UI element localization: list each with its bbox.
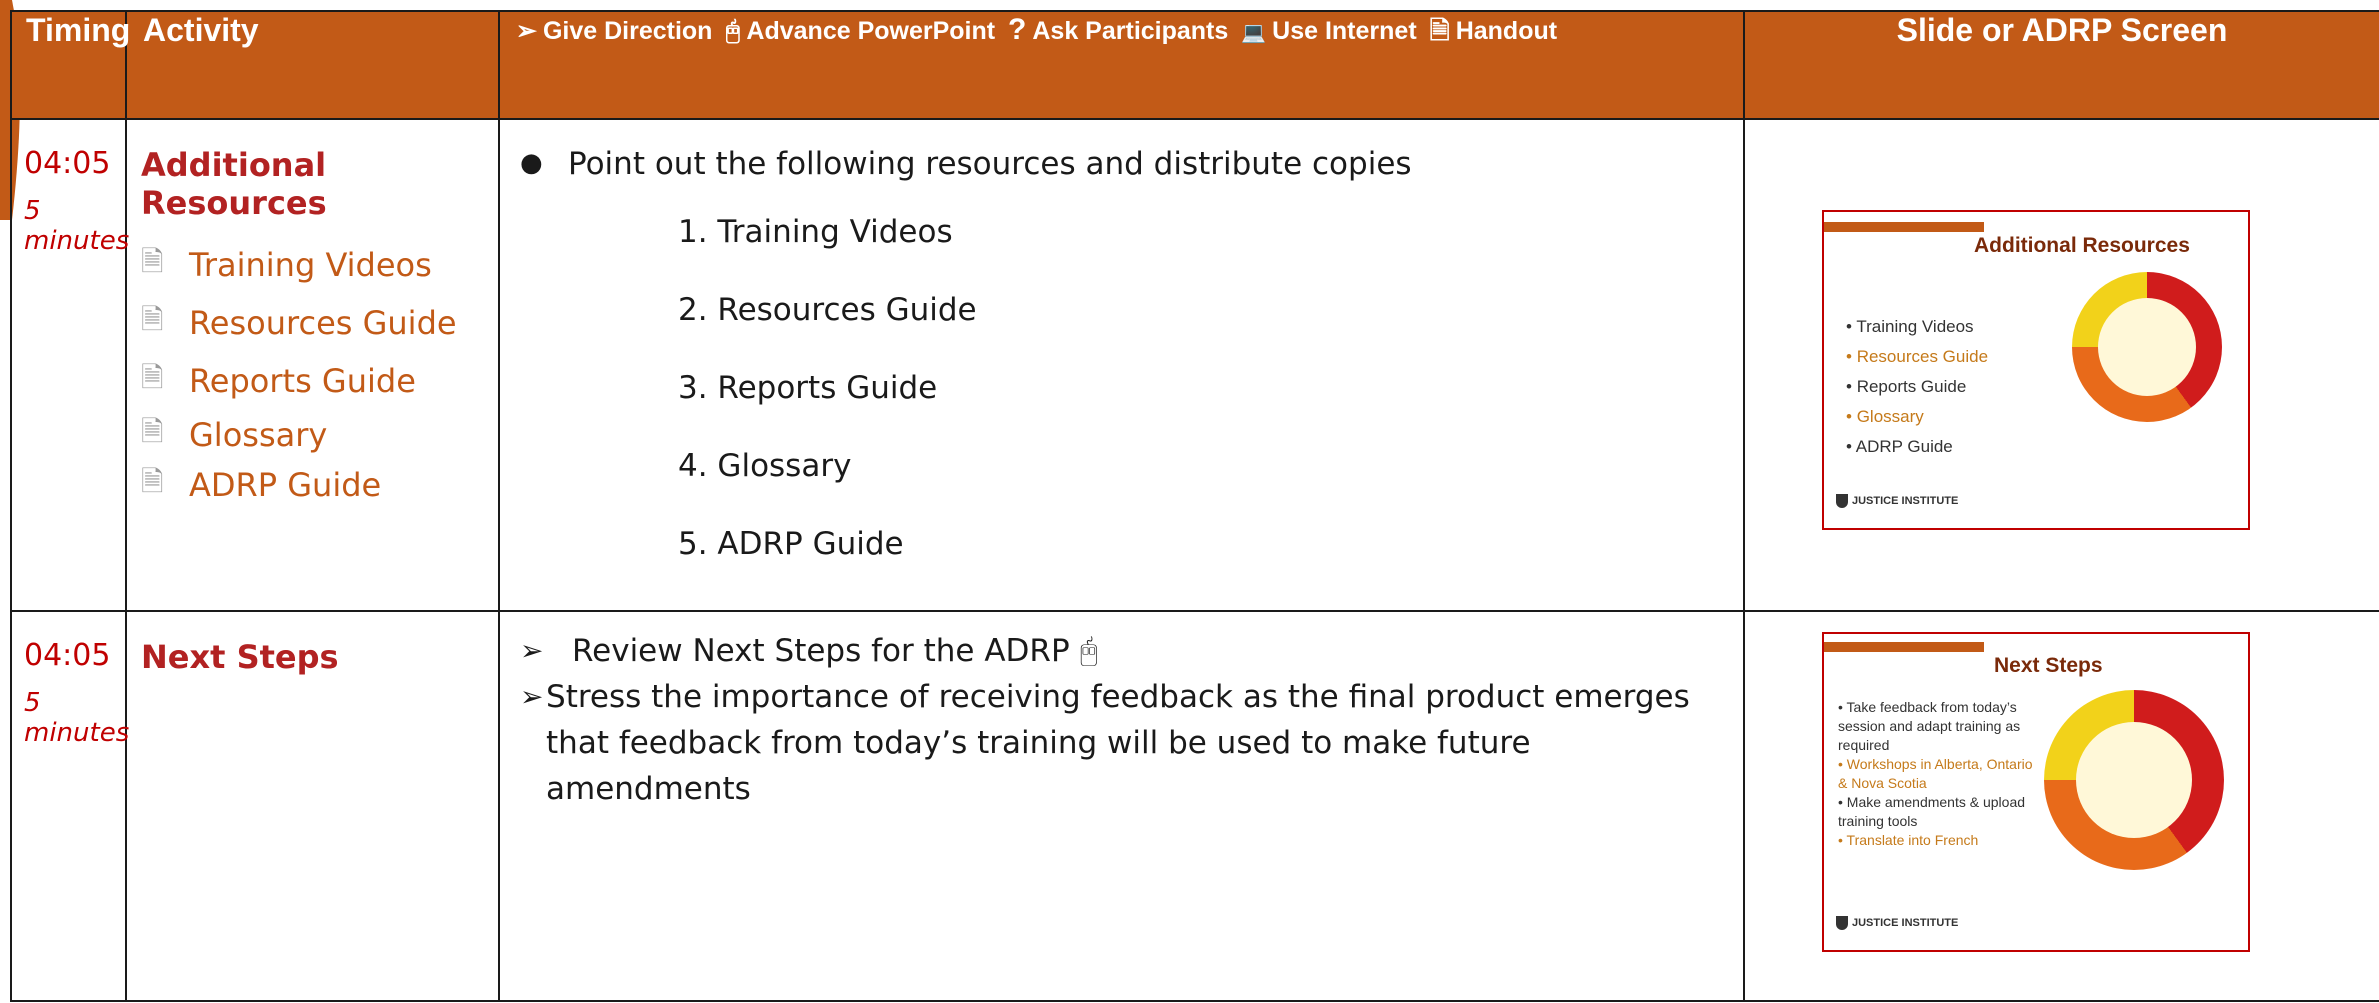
resource-item: 🗎 Glossary — [141, 410, 498, 460]
activity-cell: Next Steps — [125, 610, 500, 1002]
activity-title: Additional Resources — [141, 146, 327, 222]
slide-title: Additional Resources — [1974, 234, 2190, 257]
question-icon: ? — [1008, 13, 1027, 46]
duration-value: 5 minutes — [24, 688, 130, 748]
justice-institute-logo: JUSTICE INSTITUTE — [1836, 494, 1958, 508]
slide-bullet: • Resources Guide — [1846, 347, 1989, 366]
diagram-ring — [2044, 690, 2224, 870]
slide-title: Next Steps — [1994, 654, 2103, 677]
direction-text: Point out the following resources and di… — [568, 146, 1412, 182]
resource-item: 🗎 Training Videos — [141, 236, 498, 294]
slide-thumbnail-next-steps[interactable]: Next Steps • Take feedback from today’s … — [1822, 632, 2250, 952]
slide-bullets: • Take feedback from today’s session and… — [1838, 698, 2034, 850]
justice-institute-logo: JUSTICE INSTITUTE — [1836, 916, 1958, 930]
activity-title: Next Steps — [141, 638, 339, 676]
slide-bullet: • Translate into French — [1838, 832, 1979, 848]
legend-advance-powerpoint: Advance PowerPoint — [746, 17, 996, 45]
resource-item: 🗎 ADRP Guide — [141, 460, 498, 510]
slide-bullet: • Training Videos — [1846, 317, 1974, 336]
legend-ask-participants: Ask Participants — [1032, 17, 1229, 45]
activity-cell: Additional Resources 🗎 Training Videos 🗎 R… — [125, 118, 500, 612]
numbered-list: 1. Training Videos 2. Resources Guide 3.… — [520, 208, 1743, 598]
handout-icon: 🗎 — [141, 465, 164, 498]
slide-bullets: • Training Videos • Resources Guide • Re… — [1846, 312, 1988, 462]
slide-bullet: • ADRP Guide — [1846, 437, 1953, 456]
slide-cell: Next Steps • Take feedback from today’s … — [1743, 610, 2379, 1002]
resource-item: 🗎 Reports Guide — [141, 352, 498, 410]
direction-cell: ➢ Review Next Steps for the ADRP 🖰 ➢ Stres… — [498, 610, 1745, 1002]
diagram-ring — [2072, 272, 2222, 422]
time-value: 04:05 — [24, 638, 111, 673]
laptop-icon: 💻 — [1241, 22, 1267, 44]
header-slide: Slide or ADRP Screen — [1743, 10, 2379, 120]
list-item: 1. Training Videos — [678, 214, 953, 250]
direction-item: ➢ Stress the importance of receiving feed… — [520, 674, 1723, 812]
header-legend: ➢ Give Direction 🖰 Advance PowerPoint ? Ask… — [498, 10, 1745, 120]
resource-item: 🗎 Resources Guide — [141, 294, 498, 352]
mouse-click-icon: 🖰 — [725, 17, 741, 45]
slide-accent-bar — [1824, 222, 1984, 232]
list-item: 2. Resources Guide — [678, 292, 977, 328]
legend-handout: Handout — [1455, 17, 1558, 45]
arrow-icon: ➢ — [520, 634, 544, 667]
handout-icon: 🗎 — [1429, 17, 1450, 45]
lesson-plan-table: Timing Activity ➢ Give Direction 🖰 Advance… — [10, 10, 2379, 1002]
slide-cell: Additional Resources • Training Videos •… — [1743, 118, 2379, 612]
slide-bullet: • Reports Guide — [1846, 377, 1967, 396]
table-row: 04:05 5 minutes Next Steps ➢ Review Next … — [10, 610, 2379, 1002]
handout-icon: 🗎 — [141, 303, 164, 336]
header-timing: Timing — [10, 10, 130, 120]
header-row: Timing Activity ➢ Give Direction 🖰 Advance… — [10, 10, 2379, 120]
time-value: 04:05 — [24, 146, 111, 181]
timing-cell: 04:05 5 minutes — [10, 610, 130, 1002]
arrow-icon: ➢ — [516, 17, 537, 45]
timing-cell: 04:05 5 minutes — [10, 118, 130, 612]
table-row: 04:05 5 minutes Additional Resources 🗎 Tr… — [10, 118, 2379, 612]
direction-item: ➢ Review Next Steps for the ADRP 🖰 — [520, 628, 1723, 674]
legend-give-direction: Give Direction — [542, 17, 713, 45]
handout-icon: 🗎 — [141, 415, 164, 448]
duration-value: 5 minutes — [24, 196, 130, 256]
slide-bullet: • Make amendments & upload training tool… — [1838, 794, 2026, 829]
list-item: 3. Reports Guide — [678, 370, 938, 406]
handout-icon: 🗎 — [141, 245, 164, 278]
slide-bullet: • Workshops in Alberta, Ontario & Nova S… — [1838, 756, 2033, 791]
direction-cell: ● Point out the following resources and d… — [498, 118, 1745, 612]
arrow-icon: ➢ — [520, 680, 544, 713]
legend-use-internet: Use Internet — [1272, 17, 1417, 45]
list-item: 4. Glossary — [678, 448, 852, 484]
slide-accent-bar — [1824, 642, 1984, 652]
slide-thumbnail-additional-resources[interactable]: Additional Resources • Training Videos •… — [1822, 210, 2250, 530]
slide-bullet: • Glossary — [1846, 407, 1924, 426]
header-activity: Activity — [125, 10, 500, 120]
slide-bullet: • Take feedback from today’s session and… — [1838, 699, 2021, 753]
handout-icon: 🗎 — [141, 361, 164, 394]
bullet-icon: ● — [520, 148, 543, 178]
list-item: 5. ADRP Guide — [678, 526, 904, 562]
